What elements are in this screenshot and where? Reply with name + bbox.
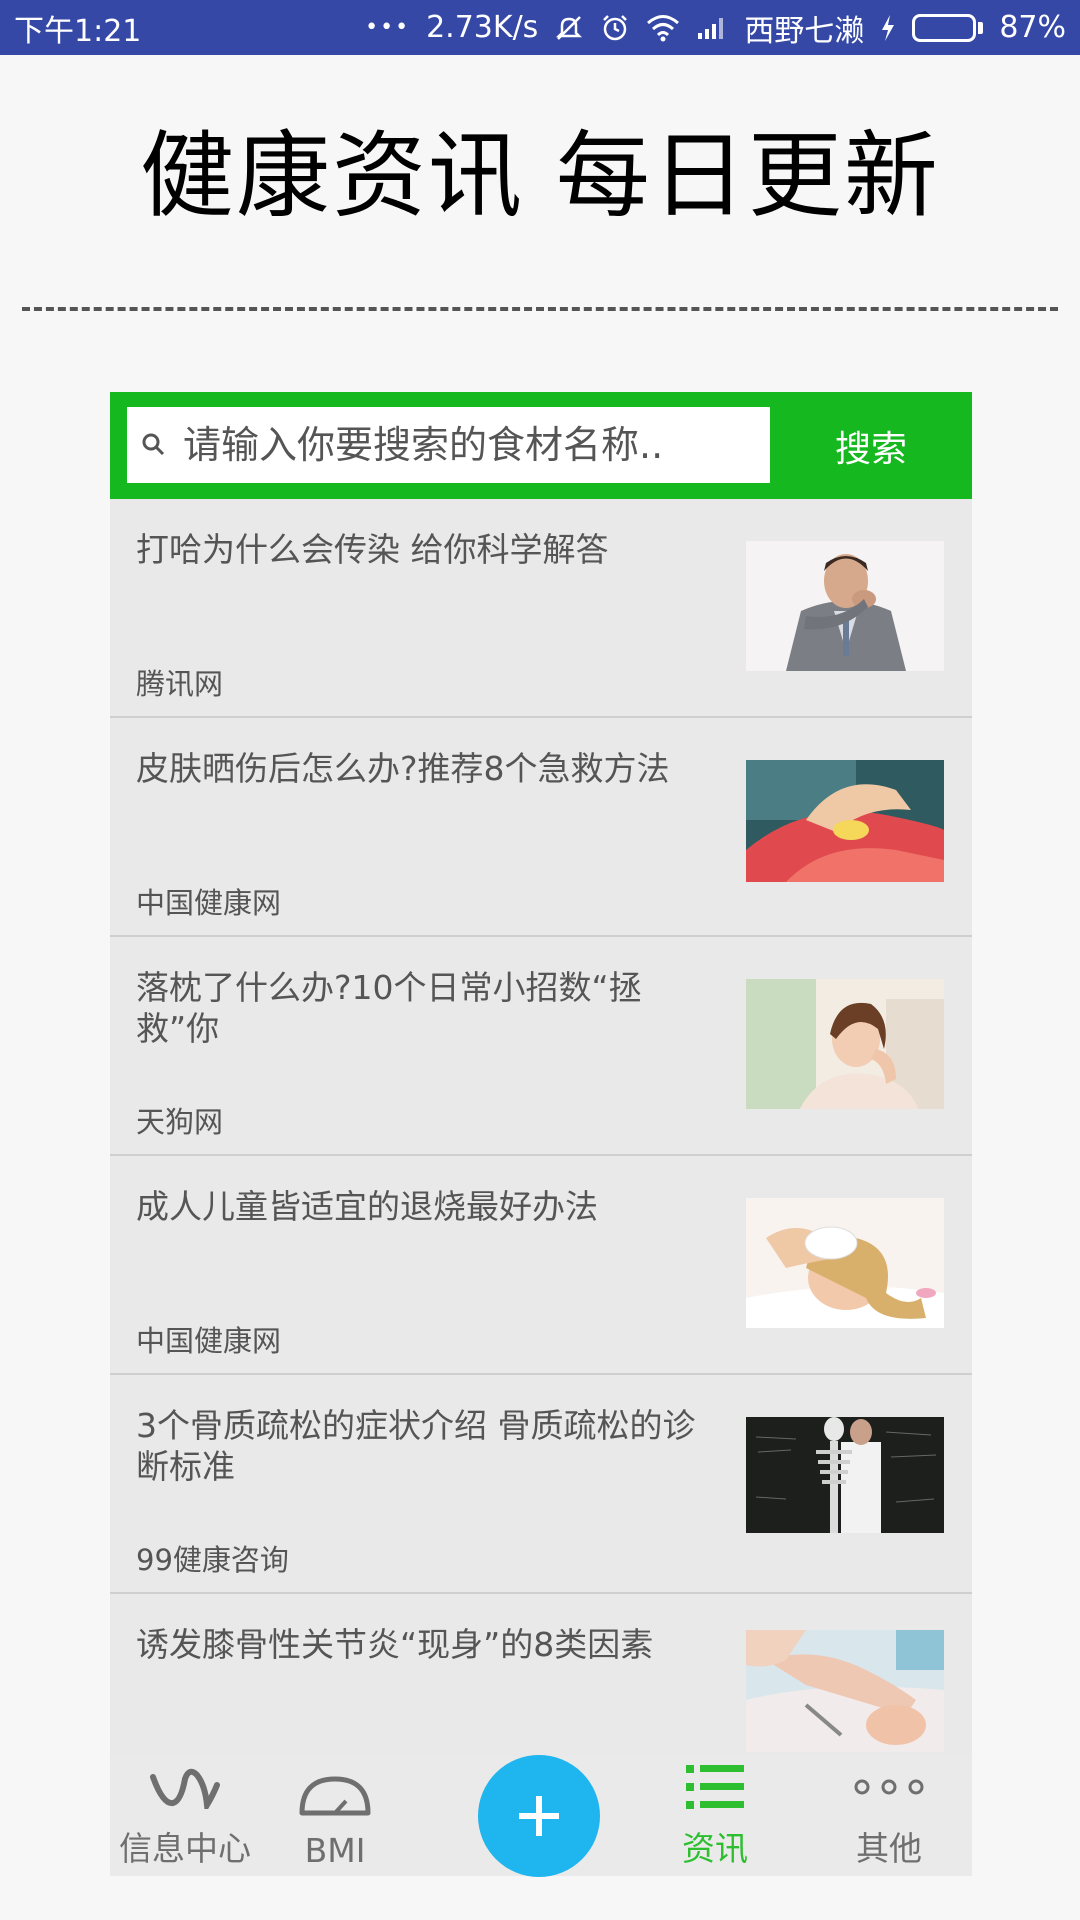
news-thumbnail-woman-neck: [746, 979, 944, 1109]
news-thumbnail-child-fever: [746, 1198, 944, 1328]
signal-icon: [696, 15, 728, 41]
news-item[interactable]: 皮肤晒伤后怎么办?推荐8个急救方法 中国健康网: [110, 718, 972, 937]
news-title: 打哈为什么会传染 给你科学解答: [136, 530, 609, 569]
nav-label: BMI: [304, 1831, 366, 1870]
page-title: 健康资讯 每日更新: [140, 122, 940, 231]
search-icon: [142, 433, 165, 456]
news-title: 成人儿童皆适宜的退烧最好办法: [136, 1187, 598, 1226]
news-thumbnail-man-yawning: [746, 541, 944, 671]
wifi-icon: [646, 14, 680, 42]
list-icon: [684, 1757, 746, 1816]
news-title: 诱发膝骨性关节炎“现身”的8类因素: [136, 1625, 654, 1664]
charging-icon: [880, 14, 896, 42]
dashed-divider: [22, 307, 1058, 311]
nav-item-info-center[interactable]: 信息中心: [110, 1757, 260, 1876]
plus-icon: [519, 1796, 559, 1836]
carrier-name: 西野七濑: [744, 13, 865, 49]
news-title: 落枕了什么办?10个日常小招数“拯救”你: [136, 968, 642, 1048]
news-title: 3个骨质疏松的症状介绍 骨质疏松的诊断标准: [136, 1406, 696, 1486]
nav-item-news[interactable]: 资讯: [640, 1757, 790, 1876]
more-dots-indicator: •••: [365, 15, 411, 40]
nav-label: 其他: [856, 1829, 922, 1868]
battery-percent: 87%: [999, 10, 1066, 45]
news-title: 皮肤晒伤后怎么办?推荐8个急救方法: [136, 749, 670, 788]
nav-item-other[interactable]: 其他: [814, 1757, 964, 1876]
search-bar: 搜索: [110, 392, 972, 499]
status-bar: 下午1:21 ••• 2.73K/s 西野七濑 87%: [0, 0, 1080, 55]
search-box[interactable]: [127, 407, 770, 483]
news-item[interactable]: 成人儿童皆适宜的退烧最好办法 中国健康网: [110, 1156, 972, 1375]
search-input[interactable]: [183, 423, 763, 467]
add-button[interactable]: [478, 1755, 600, 1877]
news-item[interactable]: 落枕了什么办?10个日常小招数“拯救”你 天狗网: [110, 937, 972, 1156]
news-card: 搜索 打哈为什么会传染 给你科学解答 腾讯网 皮肤晒伤后怎么: [110, 392, 972, 1876]
mute-vibrate-icon: [554, 13, 584, 43]
news-source: 天狗网: [136, 1105, 224, 1139]
news-list: 打哈为什么会传染 给你科学解答 腾讯网 皮肤晒伤后怎么办?推荐8个急救方法 中国…: [110, 499, 972, 1813]
wave-icon: [149, 1757, 221, 1816]
news-source: 中国健康网: [136, 886, 282, 920]
news-source: 腾讯网: [136, 667, 224, 701]
nav-label: 资讯: [682, 1829, 748, 1868]
network-speed: 2.73K/s: [426, 10, 539, 45]
news-thumbnail-sunburn: [746, 760, 944, 890]
news-item[interactable]: 3个骨质疏松的症状介绍 骨质疏松的诊断标准 99健康咨询: [110, 1375, 972, 1594]
nav-label: 信息中心: [119, 1829, 251, 1868]
alarm-icon: [600, 13, 630, 43]
more-dots-icon: [852, 1757, 926, 1816]
gauge-icon: [298, 1765, 372, 1825]
battery-icon: [912, 13, 984, 42]
nav-item-bmi[interactable]: BMI: [260, 1757, 410, 1876]
status-icons: ••• 2.73K/s 西野七濑 87%: [365, 6, 1066, 50]
news-item[interactable]: 打哈为什么会传染 给你科学解答 腾讯网: [110, 499, 972, 718]
news-thumbnail-knee-exam: [746, 1630, 944, 1752]
news-thumbnail-skeleton: [746, 1417, 944, 1547]
search-button[interactable]: 搜索: [770, 392, 972, 499]
news-source: 中国健康网: [136, 1324, 282, 1358]
news-source: 99健康咨询: [136, 1543, 289, 1577]
status-time: 下午1:21: [14, 13, 142, 49]
